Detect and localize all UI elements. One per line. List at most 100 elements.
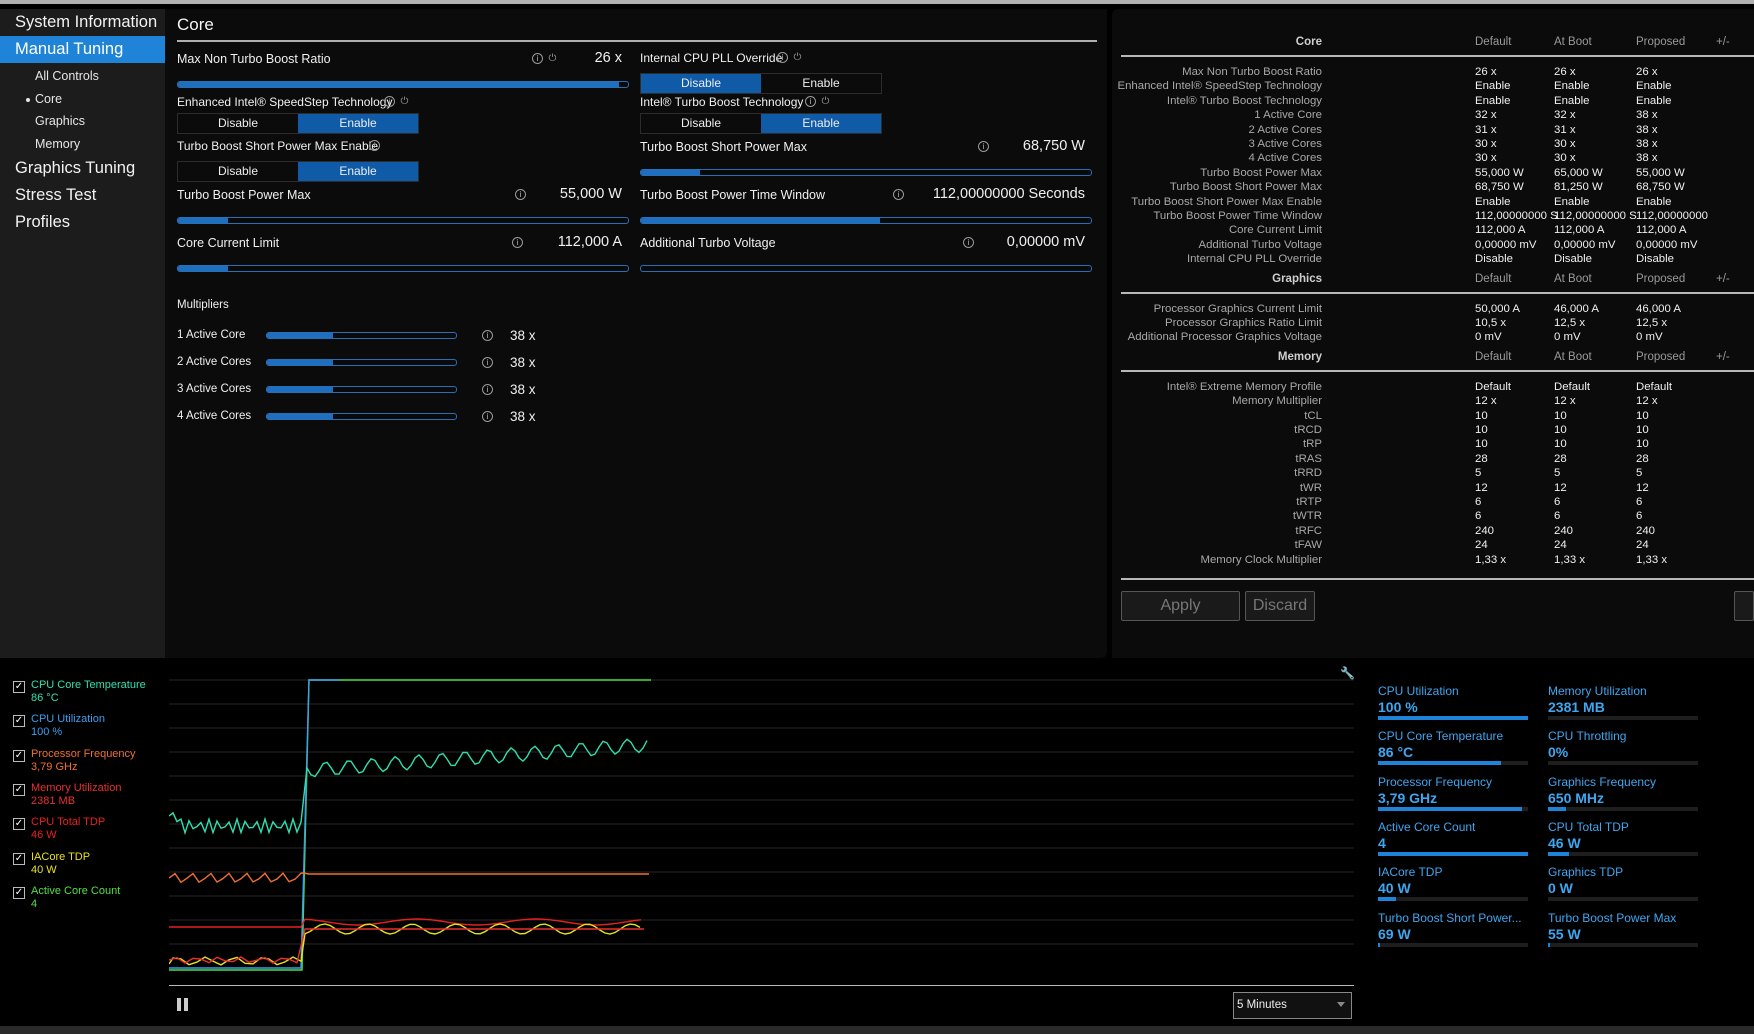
summary-proposed: 68,750 W [1636,181,1685,194]
metric-bar-fill [1548,851,1569,856]
pause-icon[interactable] [177,998,188,1011]
summary-default: 31 x [1475,123,1497,136]
legend-checkbox[interactable]: ✓ [13,715,25,728]
info-icon[interactable]: i [482,330,493,341]
legend-name: CPU Utilization [31,713,105,726]
power-max-slider[interactable] [177,217,629,224]
reset-icon[interactable]: ⏻ [820,96,831,107]
info-icon[interactable]: i [805,96,816,107]
current-limit-slider[interactable] [177,265,629,272]
speedstep-enable-option[interactable]: Enable [298,114,418,133]
multiplier-slider-3[interactable] [266,386,457,393]
summary-proposed: 0 mV [1636,331,1663,344]
short-power-enable-option[interactable]: Enable [298,162,418,181]
summary-key: Turbo Boost Short Power Max Enable [1131,195,1322,208]
legend-checkbox[interactable]: ✓ [13,783,25,796]
reset-icon[interactable]: ⏻ [399,96,410,107]
summary-key: Internal CPU PLL Override [1186,253,1322,266]
summary-row: Core Current Limit 112,000 A 112,000 A 112,… [1112,223,1754,237]
short-power-max-label: Turbo Boost Short Power Max [640,140,807,154]
info-icon[interactable]: i [482,357,493,368]
summary-row: Processor Graphics Current Limit 50,000 A… [1112,302,1754,316]
nav-core[interactable]: Core [0,88,165,111]
multiplier-slider-2[interactable] [266,359,457,366]
nav-manual-tuning[interactable]: Manual Tuning [0,36,165,63]
multiplier-slider-1[interactable] [266,332,457,339]
time-range-select[interactable]: 5 Minutes [1233,992,1352,1019]
summary-key: tCL [1304,409,1322,422]
metric-bar [1378,942,1528,947]
time-window-slider[interactable] [640,217,1092,224]
legend-checkbox[interactable]: ✓ [13,886,25,899]
legend-checkbox[interactable]: ✓ [13,681,25,693]
metric-value: 55 W [1548,925,1581,942]
turbo-enable-option[interactable]: Enable [761,114,881,133]
metric-name: CPU Throttling [1548,729,1627,744]
turbo-disable-option[interactable]: Disable [641,114,761,133]
summary-key: tWTR [1292,510,1322,523]
short-power-max-slider[interactable] [640,169,1092,176]
info-icon[interactable]: i [963,237,974,248]
power-max-value: 55,000 W [559,186,622,202]
summary-at-boot: 46,000 A [1554,302,1599,315]
slider-fill [641,218,880,223]
time-window-label: Turbo Boost Power Time Window [640,188,826,202]
bottom-strip [0,1026,1754,1034]
short-power-max-enable-label: Turbo Boost Short Power Max Enable [177,139,378,153]
summary-proposed: Enable [1636,94,1672,107]
discard-button[interactable]: Discard [1245,591,1315,621]
max-non-turbo-slider[interactable] [177,81,629,88]
nav-profiles[interactable]: Profiles [0,209,165,236]
info-icon[interactable]: i [369,140,380,151]
short-power-disable-option[interactable]: Disable [178,162,298,181]
legend-checkbox[interactable]: ✓ [13,749,25,762]
summary-at-boot: 12,5 x [1554,317,1586,329]
summary-row: Additional Turbo Voltage 0,00000 mV 0,0000… [1112,238,1754,252]
summary-divider [1121,291,1754,294]
legend-checkbox[interactable]: ✓ [13,852,25,865]
summary-row: Turbo Boost Power Time Window 112,0000000… [1112,209,1754,223]
summary-proposed: 240 [1636,524,1656,537]
info-icon[interactable]: i [777,52,788,63]
summary-proposed: 38 x [1636,123,1658,136]
pll-override-toggle: Disable Enable [640,73,882,94]
nav-graphics[interactable]: Graphics [0,110,165,133]
additional-voltage-value: 0,00000 mV [1006,234,1085,250]
multiplier-slider-4[interactable] [266,413,457,420]
legend-checkbox[interactable]: ✓ [13,818,25,831]
summary-default: 0,00000 mV [1475,238,1537,251]
nav-stress-test[interactable]: Stress Test [0,182,165,209]
nav-memory[interactable]: Memory [0,133,165,156]
summary-proposed: 6 [1636,496,1643,508]
pll-enable-option[interactable]: Enable [761,74,881,93]
legend-name: CPU Total TDP [31,816,106,829]
nav-all-controls[interactable]: All Controls [0,65,165,88]
apply-button[interactable]: Apply [1121,591,1240,621]
time-range-value: 5 Minutes [1237,999,1287,1011]
summary-proposed: 28 [1636,452,1649,465]
save-button-partial[interactable] [1734,591,1754,621]
summary-proposed: 12,5 x [1636,317,1668,329]
metric-value: 3,79 GHz [1378,789,1438,806]
info-icon[interactable]: i [532,53,543,64]
summary-at-boot: 10 [1554,438,1567,451]
graph-settings-icon[interactable]: 🔧 [1340,666,1355,680]
summary-proposed: 46,000 A [1636,302,1681,315]
multiplier-value: 38 x [510,409,536,424]
memory-utilization-trace [169,928,644,964]
info-icon[interactable]: i [384,96,395,107]
pll-disable-option[interactable]: Disable [641,74,761,93]
speedstep-disable-option[interactable]: Disable [178,114,298,133]
short-power-max-enable-toggle: Disable Enable [177,161,419,182]
info-icon[interactable]: i [893,189,904,200]
summary-default: 68,750 W [1475,181,1524,194]
additional-voltage-slider[interactable] [640,265,1092,272]
metric-bar [1548,897,1698,902]
info-icon[interactable]: i [482,411,493,422]
reset-icon[interactable]: ⏻ [792,52,803,63]
nav-graphics-tuning[interactable]: Graphics Tuning [0,155,165,182]
summary-col-diff: +/- [1716,36,1730,48]
summary-row: tRFC 240 240 240 [1112,524,1754,538]
nav-system-information[interactable]: System Information [0,9,165,36]
info-icon[interactable]: i [482,384,493,395]
